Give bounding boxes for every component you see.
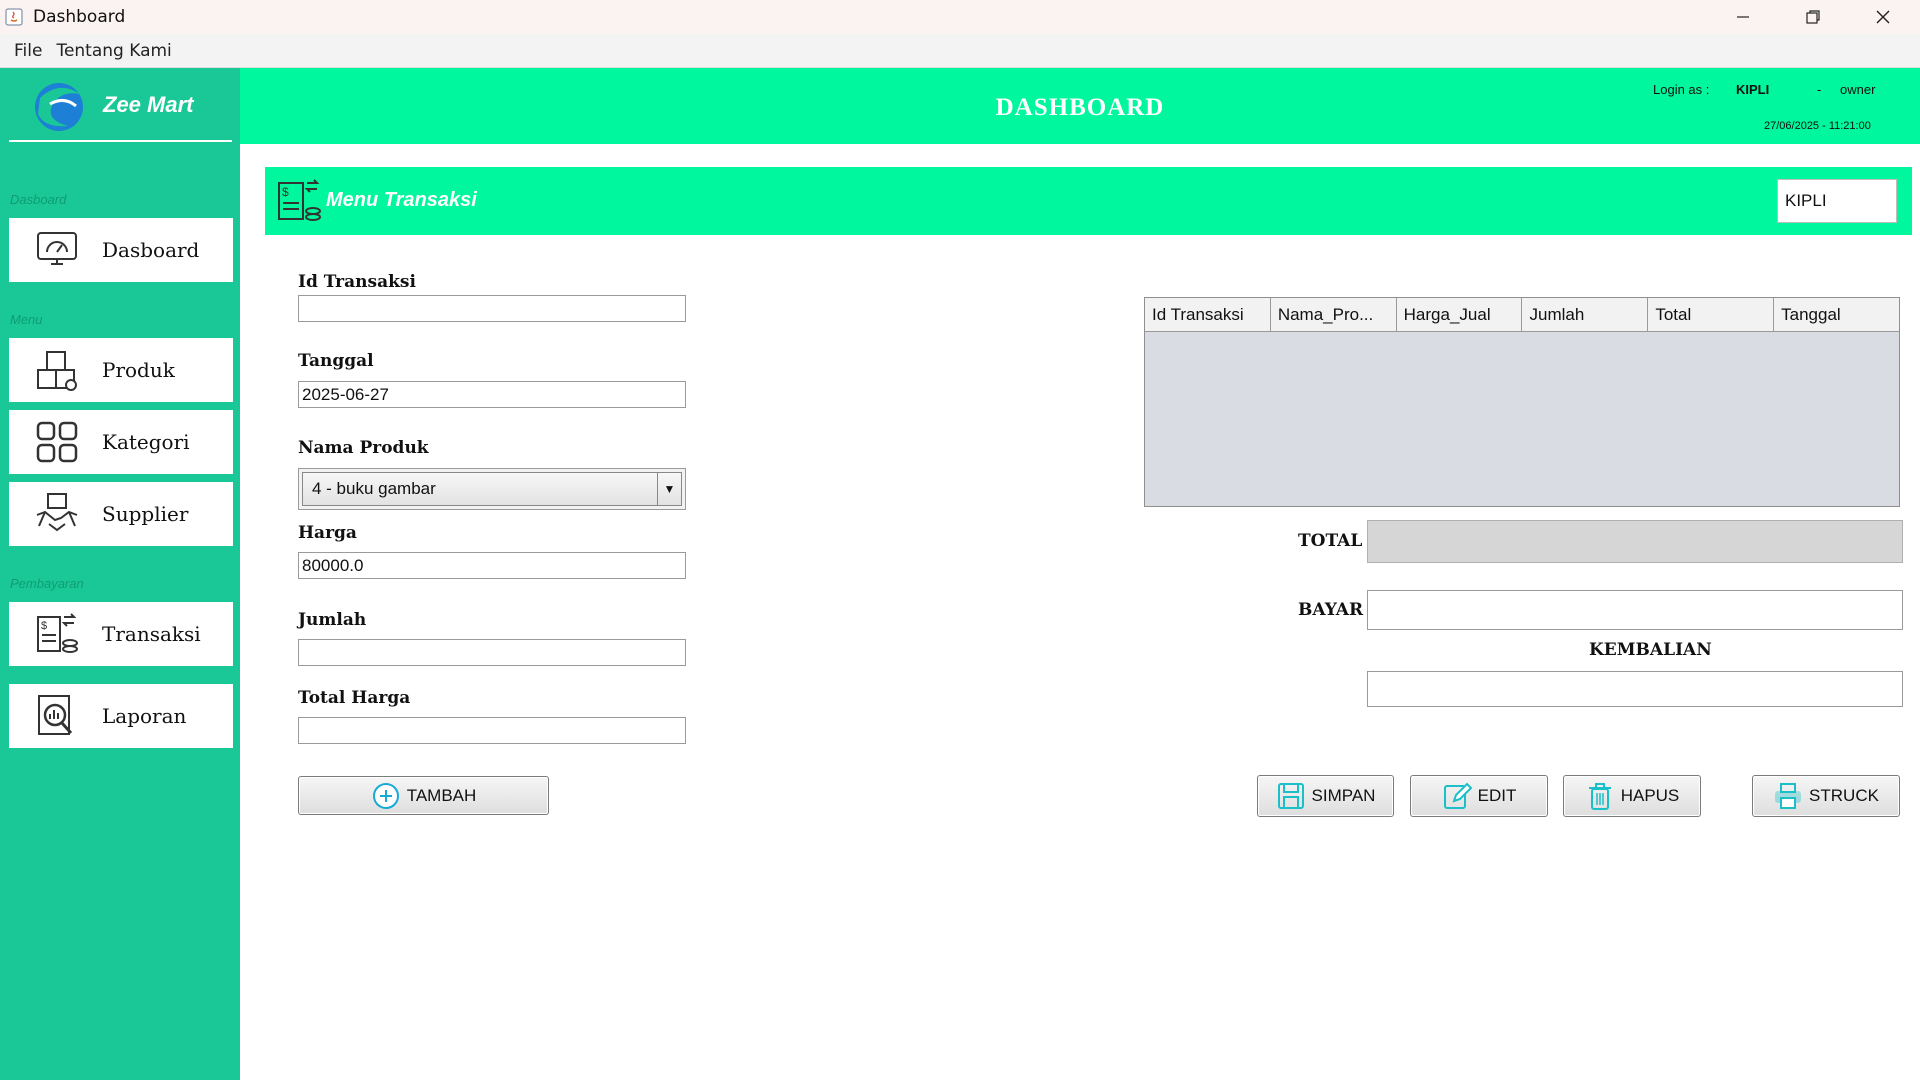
printer-icon — [1773, 781, 1803, 811]
total-harga-field[interactable] — [298, 717, 686, 744]
sidebar-item-label: Kategori — [102, 430, 190, 454]
sidebar-item-supplier[interactable]: Supplier — [9, 482, 233, 546]
bayar-label: BAYAR — [1298, 600, 1364, 620]
jumlah-field[interactable] — [298, 639, 686, 666]
tambah-button[interactable]: TAMBAH — [298, 776, 549, 815]
page-title: DASHBOARD — [995, 94, 1165, 121]
login-separator: - — [1817, 82, 1822, 97]
harga-label: Harga — [298, 523, 357, 543]
column-total[interactable]: Total — [1648, 298, 1775, 331]
tambah-button-label: TAMBAH — [406, 785, 477, 805]
hapus-button-label: HAPUS — [1620, 786, 1680, 805]
window-title: Dashboard — [33, 7, 126, 27]
table-header: Id Transaksi Nama_Pro... Harga_Jual Juml… — [1145, 298, 1899, 332]
nama-produk-value: 4 - buku gambar — [312, 479, 436, 498]
column-harga-jual[interactable]: Harga_Jual — [1397, 298, 1523, 331]
total-field — [1367, 520, 1903, 563]
total-label: TOTAL — [1298, 531, 1363, 551]
sidebar-item-dasboard[interactable]: Dasboard — [9, 218, 233, 282]
menu-file[interactable]: File — [14, 41, 42, 61]
transaction-icon: $ — [32, 609, 82, 659]
minimize-icon — [1737, 16, 1749, 18]
transaction-icon: $ — [278, 179, 321, 221]
brand-divider — [9, 140, 232, 142]
struck-button-label: STRUCK — [1809, 786, 1879, 805]
close-button[interactable] — [1848, 0, 1918, 34]
column-jumlah[interactable]: Jumlah — [1522, 298, 1649, 331]
column-id-transaksi[interactable]: Id Transaksi — [1145, 298, 1271, 331]
sidebar-item-label: Laporan — [102, 704, 187, 728]
section-payment-label: Pembayaran — [10, 576, 84, 591]
login-role: owner — [1840, 82, 1876, 97]
grid-icon — [32, 417, 82, 467]
panel-title: Menu Transaksi — [326, 189, 477, 211]
kembalian-label: KEMBALIAN — [1589, 640, 1712, 660]
datetime: 27/06/2025 - 11:21:00 — [1764, 120, 1871, 132]
dashboard-monitor-icon — [32, 225, 82, 275]
section-dashboard-label: Dasboard — [10, 192, 67, 207]
bayar-field[interactable] — [1367, 590, 1903, 630]
hapus-button[interactable]: HAPUS — [1563, 775, 1701, 817]
panel-header: $ Menu Transaksi KIPLI — [265, 167, 1912, 235]
nama-produk-label: Nama Produk — [298, 438, 429, 458]
edit-icon — [1442, 781, 1472, 811]
brand-logo-icon — [35, 83, 83, 131]
restore-icon — [1806, 10, 1820, 24]
menubar: File Tentang Kami — [0, 34, 1920, 68]
column-nama-produk[interactable]: Nama_Pro... — [1271, 298, 1397, 331]
login-label: Login as : — [1653, 82, 1710, 97]
chevron-down-icon[interactable]: ▼ — [657, 473, 681, 505]
sidebar-item-label: Supplier — [102, 502, 189, 526]
sidebar-item-kategori[interactable]: Kategori — [9, 410, 233, 474]
harga-field[interactable]: 80000.0 — [298, 552, 686, 579]
restore-button[interactable] — [1778, 0, 1848, 34]
trash-icon — [1585, 781, 1615, 811]
sidebar-item-transaksi[interactable]: $ Transaksi — [9, 602, 233, 666]
sidebar-item-produk[interactable]: Produk — [9, 338, 233, 402]
struck-button[interactable]: STRUCK — [1752, 775, 1900, 817]
save-icon — [1276, 781, 1306, 811]
tanggal-label: Tanggal — [298, 351, 374, 371]
window-titlebar: Dashboard — [0, 0, 1920, 34]
transaction-table[interactable]: Id Transaksi Nama_Pro... Harga_Jual Juml… — [1144, 297, 1900, 507]
edit-button-label: EDIT — [1477, 786, 1517, 805]
svg-text:$: $ — [41, 620, 47, 632]
edit-button[interactable]: EDIT — [1410, 775, 1548, 817]
sidebar-item-label: Transaksi — [102, 622, 201, 646]
tanggal-field[interactable]: 2025-06-27 — [298, 381, 686, 408]
id-transaksi-field[interactable] — [298, 295, 686, 322]
jumlah-label: Jumlah — [298, 610, 367, 630]
sidebar: Zee Mart Dasboard Dasboard Menu Produk K… — [0, 68, 240, 1080]
login-user: KIPLI — [1736, 82, 1770, 97]
brand: Zee Mart — [0, 68, 240, 142]
total-harga-label: Total Harga — [298, 688, 411, 708]
add-circle-icon — [371, 781, 401, 811]
column-tanggal[interactable]: Tanggal — [1774, 298, 1899, 331]
java-app-icon — [4, 7, 24, 27]
section-menu-label: Menu — [10, 312, 43, 327]
menu-tentang-kami[interactable]: Tentang Kami — [56, 41, 171, 61]
minimize-button[interactable] — [1708, 0, 1778, 34]
top-header: DASHBOARD Login as : KIPLI - owner 27/06… — [240, 68, 1920, 144]
kembalian-field[interactable] — [1367, 671, 1903, 707]
current-user-field[interactable]: KIPLI — [1777, 179, 1897, 223]
simpan-button-label: SIMPAN — [1311, 786, 1376, 805]
sidebar-item-label: Dasboard — [102, 238, 200, 262]
svg-text:$: $ — [282, 185, 289, 199]
handshake-icon — [32, 489, 82, 539]
brand-name: Zee Mart — [103, 92, 194, 117]
nama-produk-select[interactable]: 4 - buku gambar ▼ — [298, 468, 686, 510]
report-search-icon — [32, 691, 82, 741]
simpan-button[interactable]: SIMPAN — [1257, 775, 1394, 817]
id-transaksi-label: Id Transaksi — [298, 272, 416, 292]
sidebar-item-label: Produk — [102, 358, 175, 382]
boxes-icon — [32, 345, 82, 395]
sidebar-item-laporan[interactable]: Laporan — [9, 684, 233, 748]
close-icon — [1876, 10, 1890, 24]
